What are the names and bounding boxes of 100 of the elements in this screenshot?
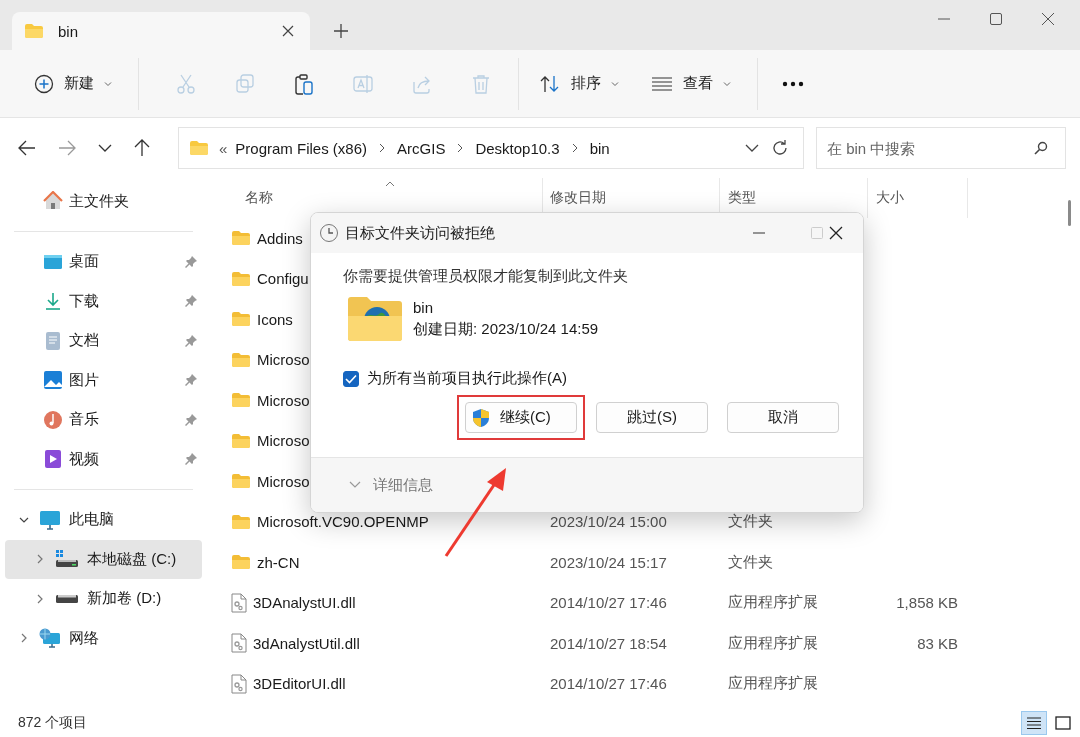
file-size: 83 KB	[917, 634, 958, 652]
settings-file-icon	[231, 673, 247, 694]
file-name[interactable]: 3dAnalystUtil.dll	[253, 634, 360, 652]
drive-icon	[55, 592, 79, 605]
sidebar-item[interactable]: 桌面	[0, 242, 205, 282]
file-name[interactable]: Microso	[257, 432, 310, 450]
folder-icon	[189, 140, 209, 156]
monitor-icon	[39, 509, 61, 530]
dialog-message: 你需要提供管理员权限才能复制到此文件夹	[343, 267, 629, 286]
folder-icon	[231, 351, 251, 368]
back-icon[interactable]	[18, 140, 36, 156]
continue-button[interactable]: 继续(C)	[465, 402, 577, 433]
chevron-right-icon[interactable]	[35, 554, 45, 565]
details-view-button[interactable]	[1021, 710, 1047, 735]
tree-item[interactable]: 网络	[5, 618, 202, 658]
view-button[interactable]: 查看	[643, 68, 739, 99]
add-icon[interactable]	[334, 24, 348, 38]
clock-icon	[319, 223, 339, 243]
caret-icon	[723, 80, 731, 87]
file-name[interactable]: Microso	[257, 472, 310, 490]
close-icon[interactable]	[829, 226, 843, 240]
pin-icon[interactable]	[185, 453, 197, 466]
file-name[interactable]: Icons	[257, 310, 293, 328]
download-icon	[43, 291, 63, 312]
window-tab[interactable]: bin	[12, 12, 310, 50]
desktop-icon	[43, 252, 63, 271]
skip-button[interactable]: 跳过(S)	[596, 402, 708, 433]
file-name[interactable]: Microsoft.VC90.OPENMP	[257, 513, 429, 531]
file-name[interactable]: Addins	[257, 229, 303, 247]
close-icon[interactable]	[282, 25, 294, 37]
file-type: 应用程序扩展	[728, 633, 818, 653]
chevron-down-icon[interactable]	[98, 144, 112, 152]
chevron-right-icon[interactable]	[457, 143, 464, 153]
square-icon	[1055, 715, 1071, 730]
column-header[interactable]: 大小	[868, 178, 968, 218]
sidebar-item[interactable]: 主文件夹	[0, 181, 205, 221]
breadcrumb-segment[interactable]: bin	[589, 139, 610, 157]
chevron-right-icon[interactable]	[35, 593, 45, 604]
details-toggle[interactable]: 详细信息	[373, 475, 433, 495]
forward-icon[interactable]	[58, 140, 76, 156]
sidebar-item[interactable]: 音乐	[0, 400, 205, 440]
cancel-button[interactable]: 取消	[727, 402, 839, 433]
tree-item[interactable]: 本地磁盘 (C:)	[5, 539, 202, 579]
sort-button[interactable]: 排序	[531, 67, 627, 100]
house-icon	[43, 191, 63, 211]
sidebar-item[interactable]: 下载	[0, 281, 205, 321]
pin-icon[interactable]	[185, 413, 197, 426]
chevron-right-icon[interactable]	[19, 633, 29, 644]
file-type: 应用程序扩展	[728, 674, 818, 694]
chevron-right-icon[interactable]	[571, 143, 578, 153]
breadcrumb-segment[interactable]: Desktop10.3	[475, 139, 560, 157]
search-icon	[1034, 141, 1048, 155]
folder-globe-icon	[347, 296, 403, 342]
sidebar-item[interactable]: 图片	[0, 360, 205, 400]
sort-caret-icon	[385, 181, 395, 187]
file-name[interactable]: Configu	[257, 270, 309, 288]
pin-icon[interactable]	[185, 374, 197, 387]
folder-icon	[231, 432, 251, 449]
video-icon	[43, 449, 63, 470]
caret-icon	[611, 80, 619, 87]
modified-date: 2014/10/27 17:46	[550, 675, 667, 693]
search-field[interactable]: 在 bin 中搜索	[816, 127, 1066, 169]
paste-icon[interactable]	[293, 72, 315, 95]
file-name[interactable]: 3DAnalystUI.dll	[253, 594, 356, 612]
shield-icon	[472, 407, 490, 428]
caret-icon	[104, 80, 112, 87]
pin-icon[interactable]	[185, 295, 197, 308]
list-icon	[1026, 715, 1042, 730]
file-name[interactable]: Microso	[257, 351, 310, 369]
folder-icon	[231, 230, 251, 247]
dialog-title: 目标文件夹访问被拒绝	[345, 223, 495, 243]
tab-title: bin	[58, 22, 80, 40]
sidebar-item[interactable]: 视频	[0, 439, 205, 479]
up-icon[interactable]	[134, 139, 150, 157]
overflow-marker[interactable]: «	[219, 139, 228, 157]
breadcrumb-segment[interactable]: Program Files (x86)	[235, 139, 368, 157]
modified-date: 2023/10/24 15:00	[550, 513, 667, 531]
more-icon[interactable]	[782, 80, 804, 87]
folder-icon	[231, 392, 251, 409]
pin-icon[interactable]	[185, 334, 197, 347]
chevron-down-icon[interactable]	[745, 144, 759, 152]
chevron-right-icon[interactable]	[379, 143, 386, 153]
network-icon	[39, 628, 61, 649]
file-type: 文件夹	[728, 552, 773, 572]
checkbox[interactable]	[343, 370, 359, 387]
file-name[interactable]: Microso	[257, 391, 310, 409]
sidebar-item[interactable]: 文档	[0, 321, 205, 361]
new-button[interactable]: 新建	[26, 67, 120, 100]
folder-icon	[231, 473, 251, 490]
address-bar[interactable]: « Program Files (x86) ArcGIS Desktop10.3 bin	[178, 127, 804, 169]
maximize-icon[interactable]	[990, 13, 1002, 25]
pin-icon[interactable]	[185, 255, 197, 268]
file-name[interactable]: zh-CN	[257, 553, 300, 571]
refresh-icon[interactable]	[771, 139, 789, 157]
close-icon[interactable]	[1042, 13, 1054, 25]
breadcrumb-segment[interactable]: ArcGIS	[397, 139, 446, 157]
scrollbar-thumb[interactable]	[1068, 200, 1071, 226]
file-name[interactable]: 3DEditorUI.dll	[253, 675, 346, 693]
tree-item[interactable]: 此电脑	[5, 500, 202, 540]
tree-item[interactable]: 新加卷 (D:)	[5, 579, 202, 619]
